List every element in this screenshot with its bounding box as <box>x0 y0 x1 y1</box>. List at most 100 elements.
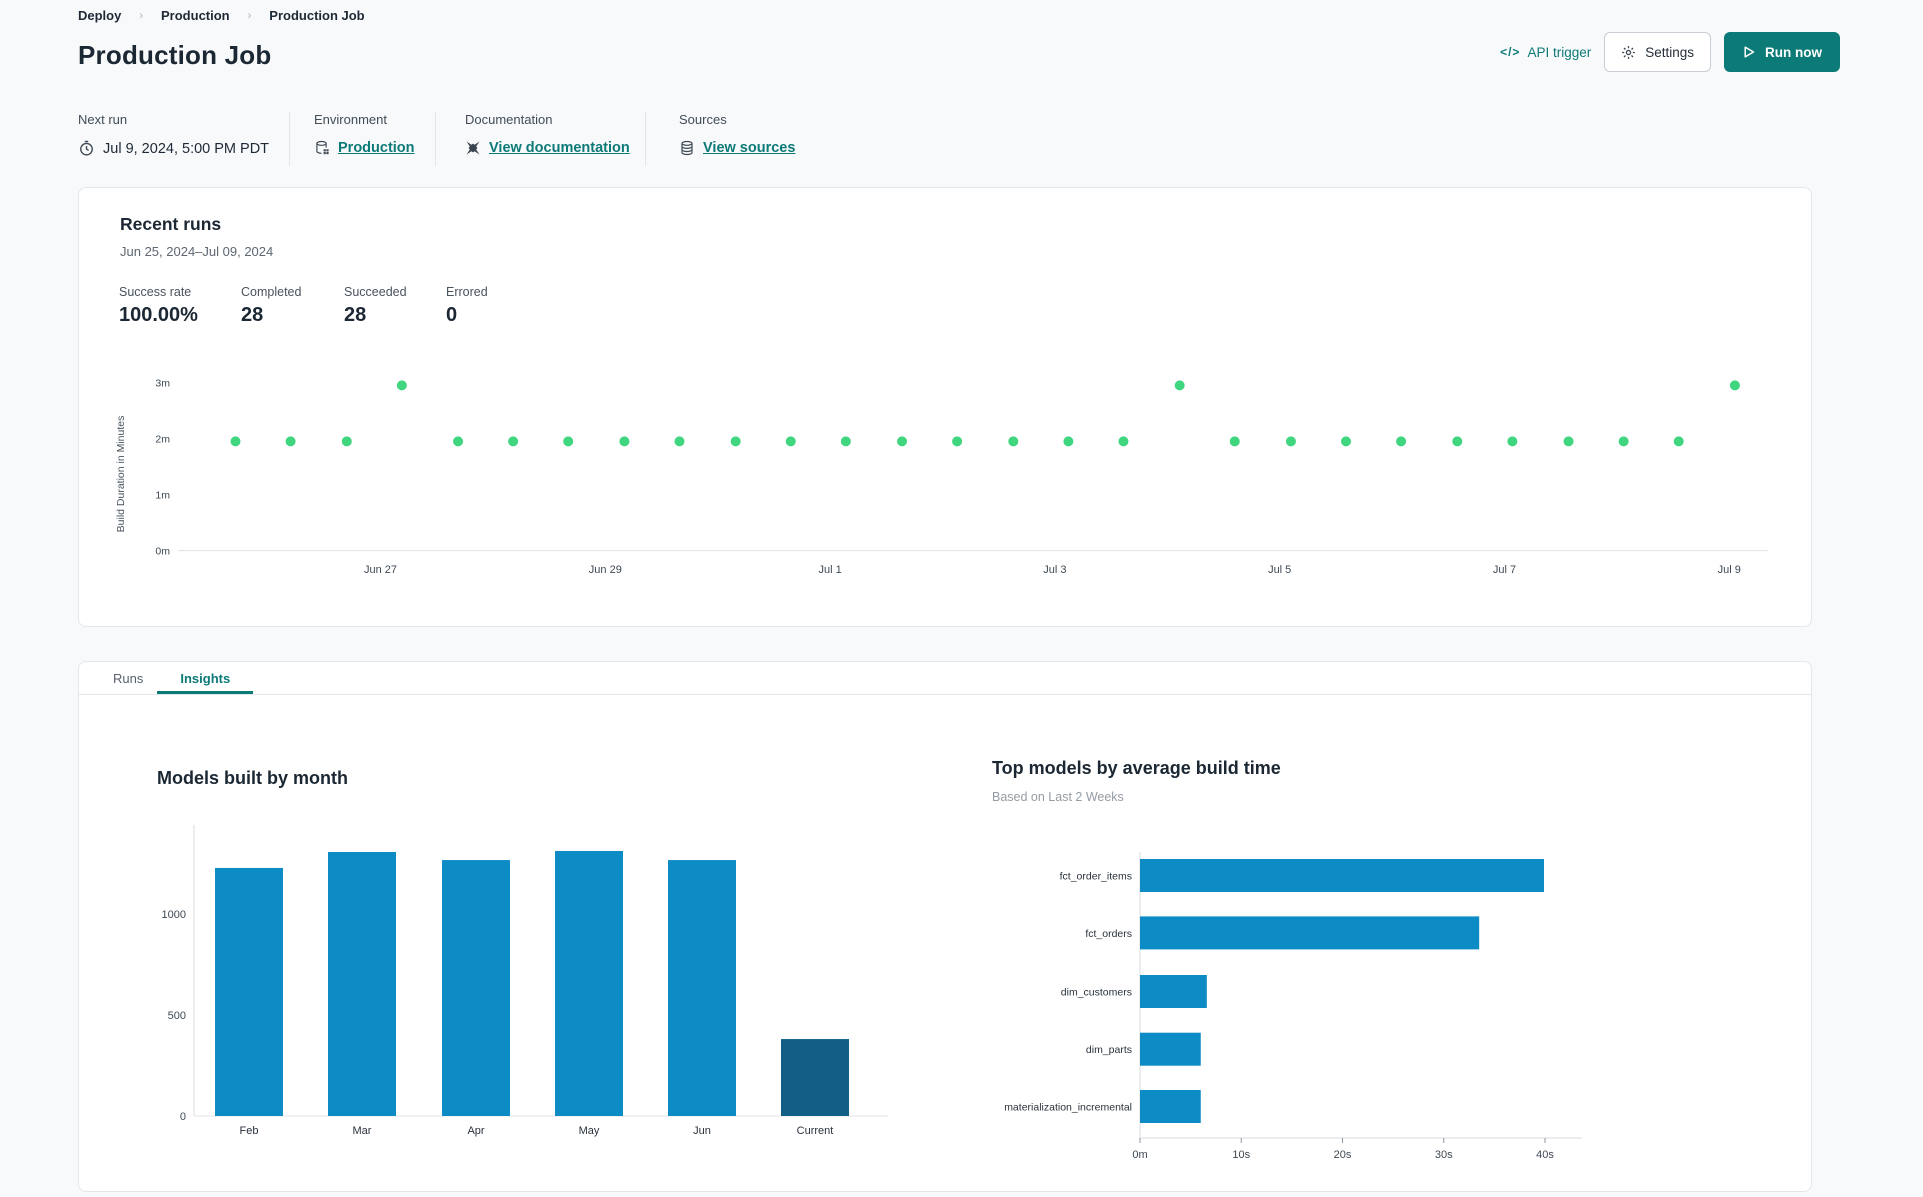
model-bar[interactable] <box>1140 1032 1201 1066</box>
month-bar[interactable] <box>781 1039 849 1116</box>
view-documentation-link[interactable]: View documentation <box>489 140 630 156</box>
next-run-label: Next run <box>78 112 128 127</box>
run-point[interactable] <box>1285 436 1296 447</box>
run-point[interactable] <box>1118 436 1129 447</box>
stat-succeeded: Succeeded 28 <box>344 285 407 327</box>
x-tick-label: Feb <box>240 1125 259 1137</box>
chart-svg: 0 500 1000 Feb Mar Apr May Jun Current <box>162 825 888 1137</box>
run-point[interactable] <box>230 436 241 447</box>
y-tick-label: 0m <box>155 546 170 558</box>
run-point[interactable] <box>508 436 519 447</box>
run-point[interactable] <box>1396 436 1407 447</box>
breadcrumb-item-production-job: Production Job <box>269 8 365 23</box>
run-point[interactable] <box>674 436 685 447</box>
documentation-label: Documentation <box>465 112 553 127</box>
month-bar[interactable] <box>328 851 396 1116</box>
run-point[interactable] <box>897 436 908 447</box>
month-bar[interactable] <box>442 860 510 1116</box>
run-point[interactable] <box>785 436 796 447</box>
run-point[interactable] <box>619 436 630 447</box>
top-models-by-build-time-chart: fct_order_items fct_orders dim_customers di… <box>990 840 1690 1190</box>
run-point[interactable] <box>563 436 574 447</box>
run-point[interactable] <box>1673 436 1684 447</box>
model-bar[interactable] <box>1140 916 1480 950</box>
run-point[interactable] <box>1452 436 1463 447</box>
y-tick-label: 2m <box>155 434 170 446</box>
stat-errored: Errored 0 <box>446 285 488 327</box>
run-point[interactable] <box>1063 436 1074 447</box>
environment-database-icon <box>314 140 330 156</box>
model-bar[interactable] <box>1140 1090 1201 1123</box>
month-bar[interactable] <box>215 867 283 1116</box>
stat-label: Completed <box>241 285 302 299</box>
environment-link[interactable]: Production <box>338 140 415 156</box>
environment-value: Production <box>314 140 415 156</box>
x-tick-label: Jun <box>693 1125 711 1137</box>
x-tick-label: Jun 27 <box>364 564 397 576</box>
run-point[interactable] <box>453 436 464 447</box>
month-bar[interactable] <box>555 850 623 1116</box>
run-point[interactable] <box>1341 436 1352 447</box>
x-tick-label: Jul 5 <box>1268 564 1291 576</box>
y-tick-label: 1000 <box>162 909 186 921</box>
run-now-button[interactable]: Run now <box>1724 32 1840 72</box>
view-sources-link[interactable]: View sources <box>703 140 795 156</box>
y-tick-label: 1m <box>155 490 170 502</box>
tab-insights[interactable]: Insights <box>157 662 253 694</box>
run-point[interactable] <box>840 436 851 447</box>
month-bar[interactable] <box>668 860 736 1116</box>
category-label: fct_order_items <box>1060 871 1132 883</box>
tab-runs[interactable]: Runs <box>99 662 157 694</box>
gear-icon <box>1621 45 1636 60</box>
api-trigger-link[interactable]: </> API trigger <box>1500 45 1591 60</box>
x-tick-label: 20s <box>1334 1149 1352 1161</box>
settings-label: Settings <box>1645 44 1694 60</box>
top-models-chart-subtitle: Based on Last 2 Weeks <box>992 790 1124 804</box>
x-tick-label: 30s <box>1435 1149 1453 1161</box>
clock-icon <box>78 140 95 157</box>
y-tick-label: 3m <box>155 378 170 390</box>
breadcrumb-chevron-icon: › <box>247 9 252 22</box>
breadcrumb-item-deploy[interactable]: Deploy <box>78 8 121 23</box>
category-label: dim_parts <box>1086 1044 1132 1056</box>
stat-value: 0 <box>446 304 458 326</box>
run-point[interactable] <box>285 436 296 447</box>
divider <box>289 112 290 166</box>
breadcrumb-item-production[interactable]: Production <box>161 8 230 23</box>
divider <box>435 112 436 166</box>
run-point[interactable] <box>1729 380 1740 391</box>
chart-svg: fct_order_items fct_orders dim_customersdi… <box>1004 852 1582 1161</box>
api-trigger-label: API trigger <box>1527 44 1592 60</box>
code-icon: </> <box>1500 45 1521 59</box>
run-point[interactable] <box>1174 380 1185 391</box>
model-bar[interactable] <box>1140 859 1544 892</box>
run-point[interactable] <box>1008 436 1019 447</box>
settings-button[interactable]: Settings <box>1604 32 1711 72</box>
divider <box>645 112 646 166</box>
recent-runs-date-range: Jun 25, 2024–Jul 09, 2024 <box>120 244 274 259</box>
y-tick-label: 0 <box>180 1111 186 1123</box>
run-point[interactable] <box>341 436 352 447</box>
x-tick-label: Jul 1 <box>818 564 841 576</box>
environment-label: Environment <box>314 112 387 127</box>
run-point[interactable] <box>396 380 407 391</box>
run-point[interactable] <box>1563 436 1574 447</box>
model-bar[interactable] <box>1140 975 1207 1008</box>
run-point[interactable] <box>1229 436 1240 447</box>
category-label: dim_customers <box>1061 987 1132 999</box>
build-duration-chart: 0m 1m 2m 3m Build Duration in Minutes Jun 27 J… <box>100 360 1800 610</box>
y-tick-label: 500 <box>168 1010 186 1022</box>
sources-label: Sources <box>679 112 727 127</box>
run-point[interactable] <box>952 436 963 447</box>
stat-success-rate: Success rate 100.00% <box>119 285 198 327</box>
run-point[interactable] <box>730 436 741 447</box>
top-models-chart-title: Top models by average build time <box>992 758 1281 778</box>
x-tick-label: Jul 9 <box>1718 564 1741 576</box>
run-point[interactable] <box>1618 436 1629 447</box>
tab-bar: Runs Insights <box>79 662 1811 695</box>
page-title: Production Job <box>78 40 272 70</box>
stat-value: 100.00% <box>119 304 198 326</box>
next-run-value: Jul 9, 2024, 5:00 PM PDT <box>78 140 269 157</box>
stat-value: 28 <box>241 304 264 326</box>
run-point[interactable] <box>1507 436 1518 447</box>
